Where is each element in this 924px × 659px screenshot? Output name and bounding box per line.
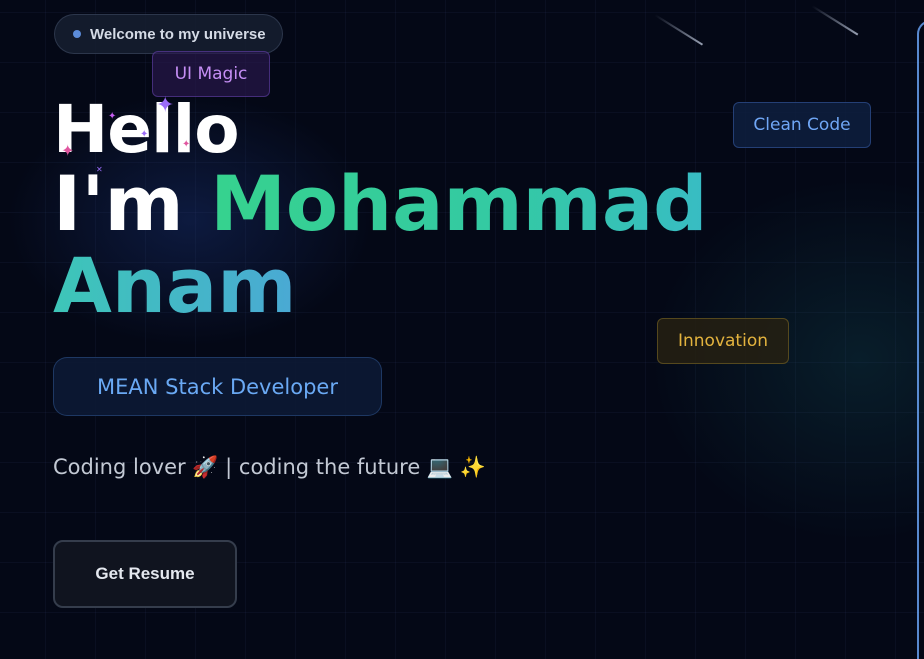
floating-tag-label: Clean Code (753, 115, 851, 135)
welcome-text: Welcome to my universe (90, 25, 266, 43)
last-name: Anam (53, 241, 297, 330)
sparkle-icon: ✦ (140, 129, 149, 140)
intro-line: I'm Mohammad (53, 162, 708, 246)
get-resume-button[interactable]: Get Resume (53, 540, 237, 608)
floating-tag-label: UI Magic (174, 64, 248, 84)
sparkle-icon: ✦ (156, 93, 175, 118)
welcome-badge: Welcome to my universe (54, 14, 283, 54)
role-label: MEAN Stack Developer (97, 374, 338, 399)
sparkle-icon: ✦ (182, 139, 191, 150)
status-dot-icon (73, 30, 81, 38)
first-name: Mohammad (210, 159, 708, 248)
side-panel-edge (917, 20, 924, 659)
floating-tag-innovation: Innovation (657, 318, 789, 364)
hero-section: Welcome to my universe UI Magic Clean Co… (0, 0, 924, 659)
last-name-line: Anam (53, 244, 296, 328)
floating-tag-clean-code: Clean Code (733, 102, 871, 148)
tagline: Coding lover 🚀 | coding the future 💻 ✨ (53, 455, 486, 479)
sparkle-icon: ✦ (61, 141, 75, 160)
role-badge: MEAN Stack Developer (53, 357, 382, 416)
get-resume-label: Get Resume (95, 564, 195, 583)
intro-text: I'm (53, 159, 184, 248)
floating-tag-label: Innovation (677, 331, 768, 351)
sparkle-icon: ✦ (108, 111, 117, 122)
